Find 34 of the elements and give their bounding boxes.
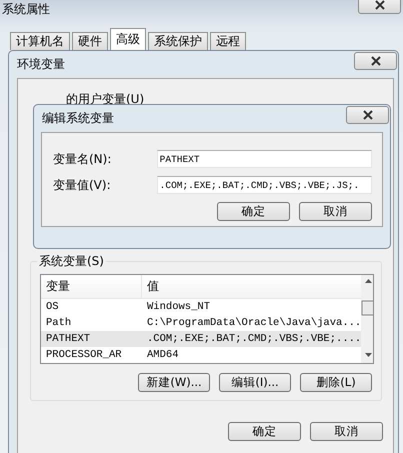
list-row[interactable]: PROCESSOR_AR AMD64 <box>41 347 362 363</box>
dialog-title: 编辑系统变量 <box>42 110 114 127</box>
window-title: 系统属性 <box>2 1 50 18</box>
close-button[interactable] <box>354 52 397 70</box>
close-button[interactable] <box>346 106 389 124</box>
dialog-button[interactable]: 确定 <box>228 422 301 441</box>
tab[interactable]: 系统保护 <box>148 32 208 50</box>
tab[interactable]: 远程 <box>210 32 246 50</box>
dialog-button[interactable]: 取消 <box>299 202 372 221</box>
field-label: 变量值(V): <box>53 176 112 194</box>
close-button[interactable] <box>358 0 401 14</box>
input-field[interactable]: PATHEXT <box>156 150 372 168</box>
tab[interactable]: 硬件 <box>72 32 108 50</box>
scrollbar[interactable] <box>361 275 373 363</box>
column-header[interactable]: 变量 <box>41 275 142 298</box>
input-field[interactable]: .COM;.EXE;.BAT;.CMD;.VBS;.VBE;.JS;. <box>156 176 372 194</box>
tab[interactable]: 高级 <box>110 28 146 50</box>
column-header[interactable]: 值 <box>142 278 159 295</box>
field-label: 变量名(N): <box>53 150 112 168</box>
list-row[interactable]: Path C:\ProgramData\Oracle\Java\java... <box>41 315 362 331</box>
close-icon <box>370 56 382 66</box>
tab[interactable]: 计算机名 <box>10 32 70 50</box>
dialog-button[interactable]: 取消 <box>310 422 383 441</box>
group-label: 系统变量(S) <box>37 253 106 270</box>
action-button[interactable]: 删除(L) <box>300 373 372 392</box>
dialog-title: 环境变量 <box>17 56 65 73</box>
list-row[interactable]: PATHEXT .COM;.EXE;.BAT;.CMD;.VBS;.VBE;.... <box>41 331 362 347</box>
close-icon <box>374 0 386 10</box>
close-icon <box>362 110 374 120</box>
group-label: 的用户变量(U) <box>66 91 144 108</box>
action-button[interactable]: 编辑(I)... <box>219 373 291 392</box>
list-row[interactable]: OS Windows_NT <box>41 299 362 315</box>
action-button[interactable]: 新建(W)... <box>138 373 210 392</box>
dialog-button[interactable]: 确定 <box>217 202 290 221</box>
